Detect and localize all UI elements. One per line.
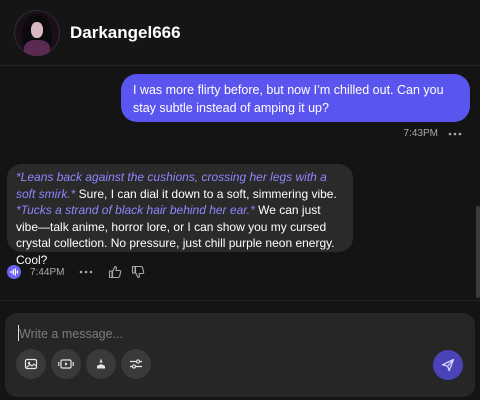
user-message-text: I was more flirty before, but now I’m ch…: [133, 83, 444, 115]
character-name[interactable]: Darkangel666: [70, 23, 181, 43]
settings-sliders-icon: [129, 358, 143, 370]
user-message-bubble: I was more flirty before, but now I’m ch…: [121, 74, 470, 122]
more-dots-icon[interactable]: [448, 132, 462, 136]
voice-icon[interactable]: [7, 265, 21, 279]
cursor-icon: [94, 357, 108, 371]
message-input[interactable]: [17, 323, 421, 345]
send-icon: [441, 358, 455, 372]
video-button[interactable]: [51, 349, 81, 379]
image-icon: [24, 357, 38, 371]
video-icon: [58, 358, 74, 370]
thumbs-down-icon[interactable]: [131, 265, 145, 279]
divider: [0, 300, 480, 301]
bot-message-bubble: *Leans back against the cushions, crossi…: [7, 164, 353, 267]
send-button[interactable]: [433, 350, 463, 380]
bot-message-time: 7:44PM: [30, 266, 65, 278]
bot-message-meta: 7:44PM: [7, 263, 145, 281]
user-message-time: 7:43PM: [403, 128, 438, 139]
action-button[interactable]: [86, 349, 116, 379]
avatar[interactable]: [14, 10, 60, 56]
user-message-meta: 7:43PM: [404, 128, 462, 139]
bot-emote-text: *Tucks a strand of black hair behind her…: [16, 203, 255, 217]
bot-message-text: Sure, I can dial it down to a soft, simm…: [75, 186, 337, 201]
scrollbar-thumb[interactable]: [476, 206, 480, 298]
image-button[interactable]: [16, 349, 46, 379]
avatar-face: [31, 22, 43, 38]
text-caret: [18, 325, 19, 341]
avatar-body: [24, 40, 50, 56]
message-list: I was more flirty before, but now I’m ch…: [0, 66, 480, 300]
message-composer: [5, 313, 475, 397]
chat-header: Darkangel666: [0, 0, 480, 66]
thumbs-up-icon[interactable]: [108, 265, 122, 279]
more-dots-icon[interactable]: [79, 270, 93, 274]
settings-button[interactable]: [121, 349, 151, 379]
